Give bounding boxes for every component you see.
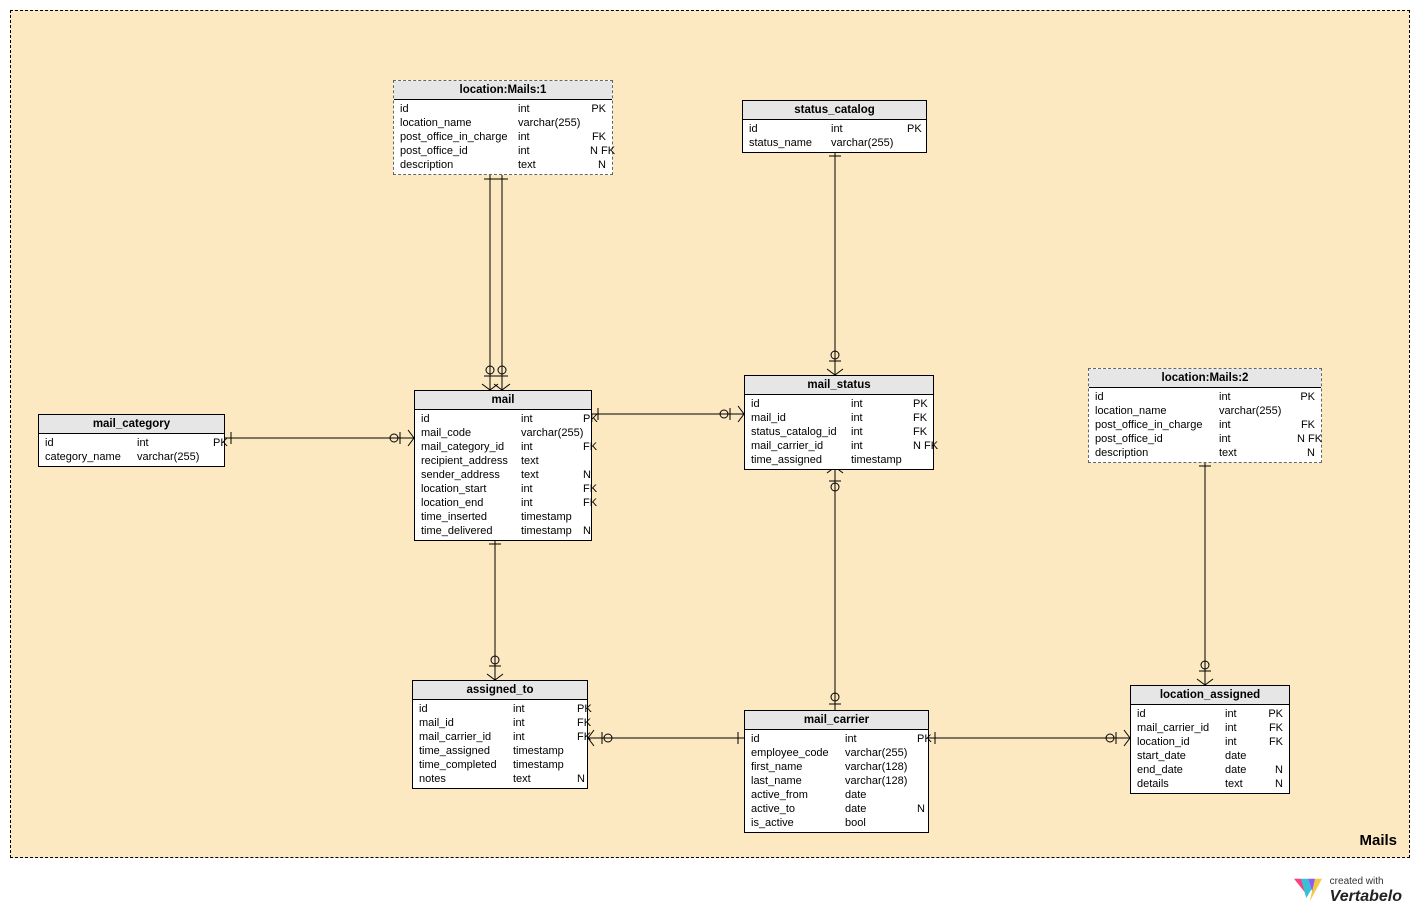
column-row: employee_codevarchar(255) [745,746,928,760]
column-row: post_office_idintN FK [394,144,612,158]
column-row: idintPK [413,702,587,716]
column-row: time_assignedtimestamp [413,744,587,758]
column-row: time_completedtimestamp [413,758,587,772]
column-row: post_office_in_chargeintFK [394,130,612,144]
column-row: recipient_addresstext [415,454,591,468]
entity-location-mails-2[interactable]: location:Mails:2 idintPKlocation_namevarc… [1088,368,1322,463]
entity-location-assigned[interactable]: location_assigned idintPKmail_carrier_idi… [1130,685,1290,794]
entity-title: assigned_to [413,681,587,700]
column-row: last_namevarchar(128) [745,774,928,788]
column-row: mail_carrier_idintN FK [745,439,933,453]
entity-mail-category[interactable]: mail_category idintPKcategory_namevarchar… [38,414,225,467]
vertabelo-logo: created with Vertabelo [1294,876,1402,906]
column-row: mail_carrier_idintFK [1131,721,1289,735]
column-row: mail_idintFK [413,716,587,730]
column-row: mail_codevarchar(255) [415,426,591,440]
column-row: location_startintFK [415,482,591,496]
entity-mail-carrier[interactable]: mail_carrier idintPKemployee_codevarchar(… [744,710,929,833]
column-row: idintPK [745,732,928,746]
entity-title: location_assigned [1131,686,1289,705]
column-row: time_assignedtimestamp [745,453,933,467]
column-row: notestextN [413,772,587,786]
column-row: idintPK [394,102,612,116]
entity-title: status_catalog [743,101,926,120]
entity-title: location:Mails:1 [394,81,612,100]
column-row: idintPK [743,122,926,136]
column-row: sender_addresstextN [415,468,591,482]
column-row: idintPK [1131,707,1289,721]
entity-title: mail [415,391,591,410]
column-row: location_idintFK [1131,735,1289,749]
column-row: status_namevarchar(255) [743,136,926,150]
column-row: post_office_in_chargeintFK [1089,418,1321,432]
column-row: location_namevarchar(255) [1089,404,1321,418]
column-row: active_fromdate [745,788,928,802]
area-label: Mails [1359,832,1397,849]
entity-title: location:Mails:2 [1089,369,1321,388]
column-row: active_todateN [745,802,928,816]
diagram-canvas: Mails [0,0,1420,916]
column-row: location_namevarchar(255) [394,116,612,130]
column-row: mail_category_idintFK [415,440,591,454]
column-row: time_insertedtimestamp [415,510,591,524]
column-row: status_catalog_idintFK [745,425,933,439]
entity-title: mail_carrier [745,711,928,730]
logo-small-text: created with [1330,876,1402,888]
column-row: detailstextN [1131,777,1289,791]
column-row: idintPK [39,436,224,450]
column-row: category_namevarchar(255) [39,450,224,464]
column-row: first_namevarchar(128) [745,760,928,774]
entity-title: mail_status [745,376,933,395]
column-row: idintPK [745,397,933,411]
vertabelo-icon [1294,878,1322,904]
column-row: start_datedate [1131,749,1289,763]
column-row: post_office_idintN FK [1089,432,1321,446]
column-row: time_deliveredtimestampN [415,524,591,538]
column-row: mail_carrier_idintFK [413,730,587,744]
column-row: descriptiontextN [394,158,612,172]
entity-location-mails-1[interactable]: location:Mails:1 idintPKlocation_namevarc… [393,80,613,175]
column-row: end_datedateN [1131,763,1289,777]
entity-mail-status[interactable]: mail_status idintPKmail_idintFKstatus_cat… [744,375,934,470]
entity-status-catalog[interactable]: status_catalog idintPKstatus_namevarchar(… [742,100,927,153]
entity-mail[interactable]: mail idintPKmail_codevarchar(255)mail_cat… [414,390,592,541]
column-row: location_endintFK [415,496,591,510]
column-row: idintPK [415,412,591,426]
entity-title: mail_category [39,415,224,434]
column-row: mail_idintFK [745,411,933,425]
logo-brand-text: Vertabelo [1330,888,1402,906]
column-row: idintPK [1089,390,1321,404]
column-row: is_activebool [745,816,928,830]
entity-assigned-to[interactable]: assigned_to idintPKmail_idintFKmail_carri… [412,680,588,789]
column-row: descriptiontextN [1089,446,1321,460]
